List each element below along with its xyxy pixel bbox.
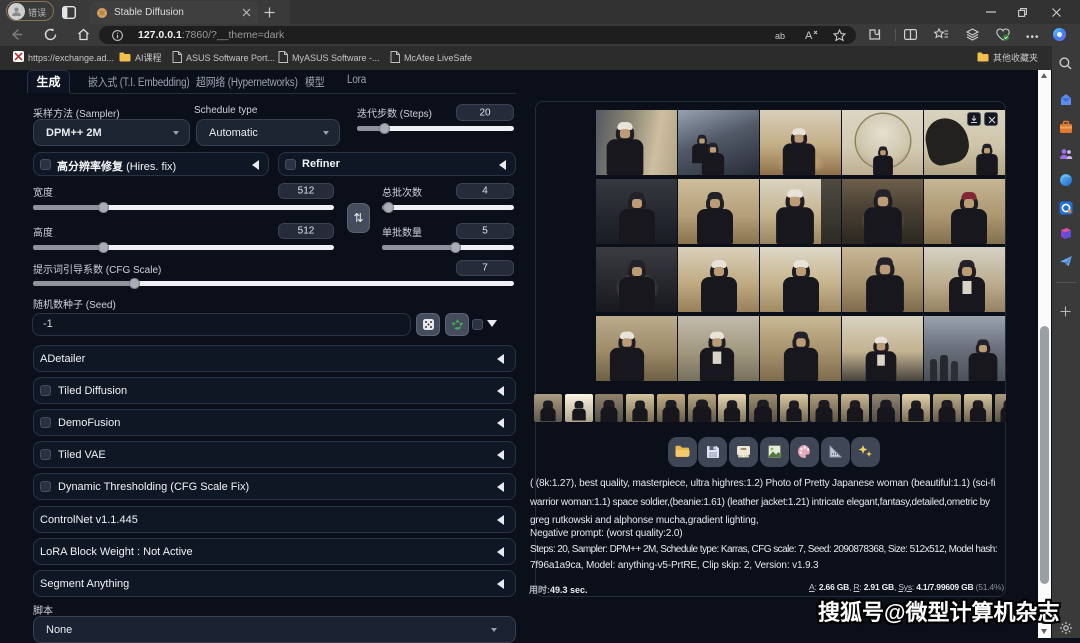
svg-text:A: A <box>805 30 813 41</box>
svg-text:ab: ab <box>775 31 785 41</box>
